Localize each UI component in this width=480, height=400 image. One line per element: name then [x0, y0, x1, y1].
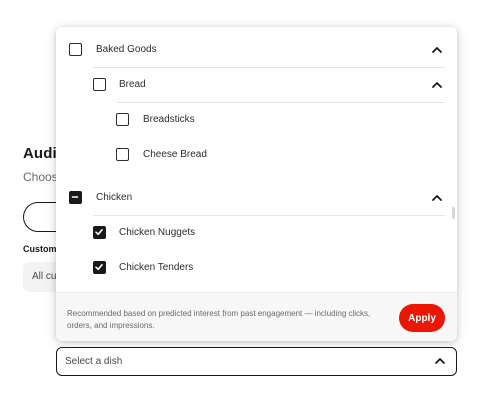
check-icon [95, 229, 103, 236]
tree-label-chicken-nuggets: Chicken Nuggets [119, 227, 196, 238]
checkbox-bread[interactable] [93, 78, 106, 91]
checkbox-chicken-nuggets[interactable] [93, 226, 106, 239]
chevron-up-icon[interactable] [431, 79, 443, 91]
checkbox-chicken-tenders[interactable] [93, 261, 106, 274]
tree-label-chicken: Chicken [96, 192, 133, 203]
tree-row-chicken-nuggets[interactable]: Chicken Nuggets [56, 218, 457, 248]
minus-icon [71, 196, 79, 198]
checkbox-cheese-bread[interactable] [116, 148, 129, 161]
tree-row-breadsticks[interactable]: Breadsticks [56, 105, 457, 135]
audience-section-title: Audi [23, 145, 57, 162]
tree-row-baked-goods[interactable]: Baked Goods [56, 35, 457, 65]
tree-row-chicken[interactable]: Chicken [56, 183, 457, 213]
divider [93, 215, 445, 216]
dish-select-popover: Baked Goods Bread Breadsticks Cheese Bre… [56, 27, 457, 341]
tree-label-bread: Bread [119, 79, 146, 90]
tree-row-bread[interactable]: Bread [56, 70, 457, 100]
dish-tree-list: Baked Goods Bread Breadsticks Cheese Bre… [56, 27, 457, 292]
chevron-up-icon[interactable] [431, 44, 443, 56]
chevron-up-icon[interactable] [431, 192, 443, 204]
tree-label-chicken-tenders: Chicken Tenders [119, 262, 194, 273]
chevron-up-icon[interactable] [434, 355, 446, 367]
audience-section-subtitle: Choos [23, 170, 58, 184]
scrollbar-thumb[interactable] [452, 207, 455, 219]
divider [117, 102, 445, 103]
check-icon [95, 264, 103, 271]
checkbox-chicken[interactable] [69, 191, 82, 204]
customer-field-label: Custom [23, 244, 57, 254]
tree-label-breadsticks: Breadsticks [143, 114, 195, 125]
tree-label-baked-goods: Baked Goods [96, 44, 157, 55]
tree-label-cheese-bread: Cheese Bread [143, 149, 207, 160]
popover-footer: Recommended based on predicted interest … [56, 292, 457, 341]
checkbox-breadsticks[interactable] [116, 113, 129, 126]
dish-select-input[interactable]: Select a dish [56, 347, 457, 376]
dish-select-placeholder: Select a dish [65, 356, 123, 367]
tree-row-chicken-tenders[interactable]: Chicken Tenders [56, 253, 457, 283]
recommendation-note: Recommended based on predicted interest … [67, 309, 371, 330]
checkbox-baked-goods[interactable] [69, 43, 82, 56]
tree-row-cheese-bread[interactable]: Cheese Bread [56, 140, 457, 170]
apply-button[interactable]: Apply [399, 304, 445, 332]
divider [93, 67, 445, 68]
